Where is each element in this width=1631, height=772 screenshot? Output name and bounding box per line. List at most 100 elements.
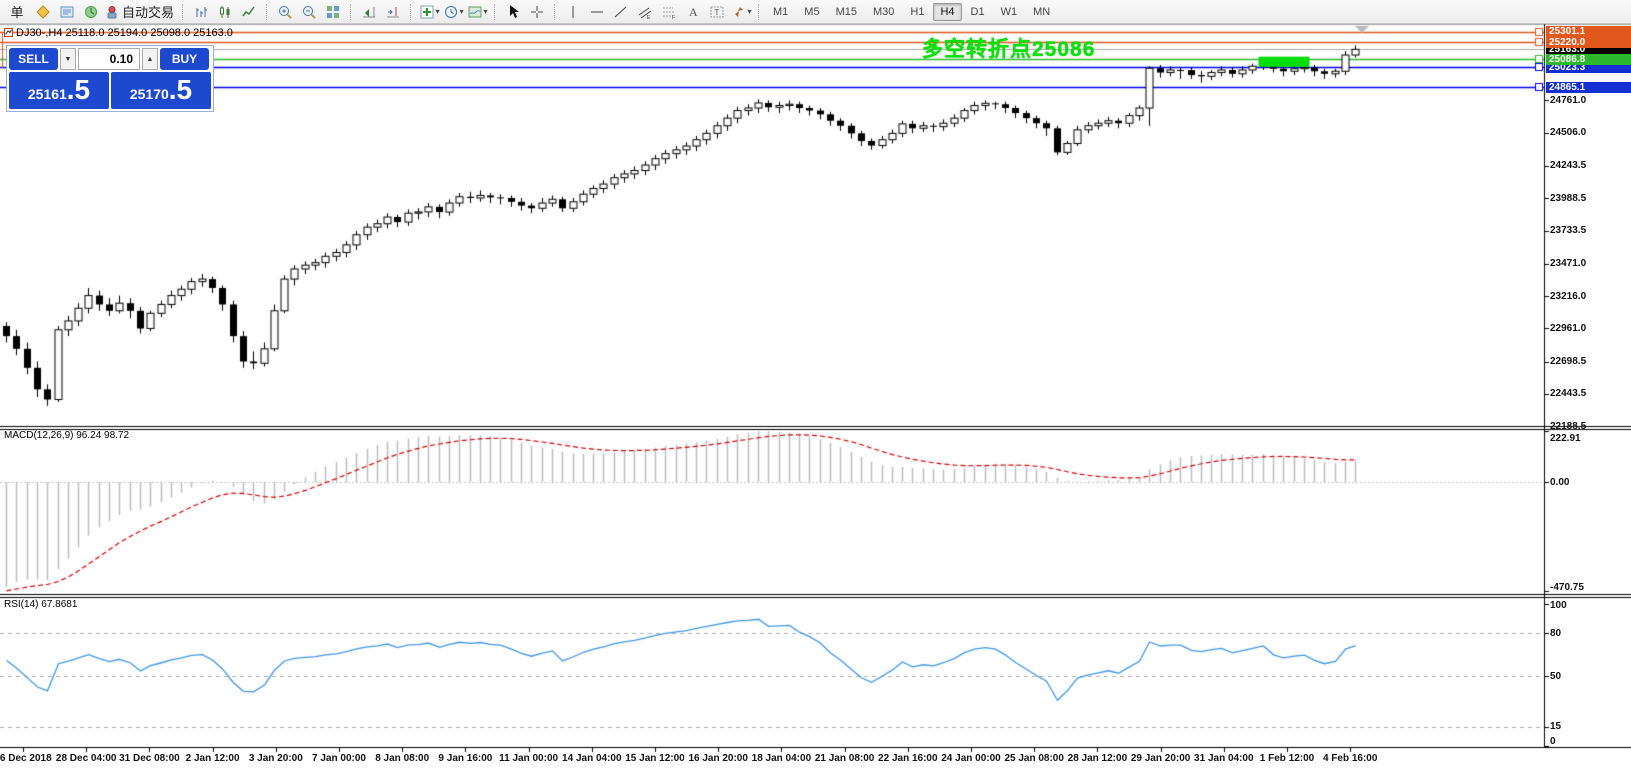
timeframe-button-m5[interactable]: M5 xyxy=(797,3,826,21)
equidistant-channel-icon: E xyxy=(637,4,653,20)
crosshair-icon[interactable] xyxy=(526,2,548,22)
periods-icon[interactable]: ▾ xyxy=(442,2,464,22)
price-axis-tick: 22443.5 xyxy=(1550,388,1586,399)
time-axis-label: 25 Jan 08:00 xyxy=(1004,753,1064,764)
vertical-line-icon[interactable] xyxy=(562,2,584,22)
text-icon: A xyxy=(685,4,701,20)
volume-increase-button[interactable]: ▲ xyxy=(142,48,158,70)
horizontal-line-icon xyxy=(589,4,605,20)
crosshair-icon xyxy=(529,4,545,20)
fibonacci-icon[interactable]: F xyxy=(658,2,680,22)
macd-indicator-label: MACD(12,26,9) 96.24 98.72 xyxy=(4,430,129,441)
time-axis-label: 2 Jan 12:00 xyxy=(186,753,240,764)
volume-decrease-button[interactable]: ▼ xyxy=(60,48,76,70)
navigator-icon[interactable] xyxy=(80,2,102,22)
text-label-icon: T xyxy=(709,4,725,20)
timeframe-button-d1[interactable]: D1 xyxy=(964,3,992,21)
buy-price-button[interactable]: 25170.5 xyxy=(111,72,211,109)
auto-scroll-icon[interactable] xyxy=(358,2,380,22)
time-axis-label: 24 Jan 00:00 xyxy=(941,753,1001,764)
toolbar-separator xyxy=(494,4,496,20)
timeframe-button-w1[interactable]: W1 xyxy=(994,3,1025,21)
volume-input[interactable] xyxy=(78,48,140,70)
sell-price-button[interactable]: 25161.5 xyxy=(9,72,109,109)
timeframe-button-h4[interactable]: H4 xyxy=(933,3,961,21)
price-axis-tick: 23471.0 xyxy=(1550,258,1586,269)
data-window-icon[interactable] xyxy=(56,2,78,22)
toolbar-separator xyxy=(410,4,412,20)
tile-windows-icon[interactable] xyxy=(322,2,344,22)
time-axis-label: 31 Jan 04:00 xyxy=(1194,753,1254,764)
cursor-icon[interactable] xyxy=(502,2,524,22)
toolbar-separator xyxy=(266,4,268,20)
dropdown-caret-icon[interactable]: ▾ xyxy=(748,7,752,16)
toolbar: 单 自动交易 ▾ ▾ ▾ E F A T ▾ M1M5M15M30H1H4D1W1MN xyxy=(0,0,1631,24)
toolbar-separator xyxy=(758,4,760,20)
templates-icon[interactable]: ▾ xyxy=(466,2,488,22)
bar-chart-icon[interactable] xyxy=(190,2,212,22)
buy-button[interactable]: BUY xyxy=(160,48,209,70)
autotrading-icon xyxy=(104,4,120,20)
timeframe-button-m1[interactable]: M1 xyxy=(766,3,795,21)
trendline-icon[interactable] xyxy=(610,2,632,22)
zoom-in-icon[interactable] xyxy=(274,2,296,22)
price-axis-tick: 22188.5 xyxy=(1550,421,1586,432)
dropdown-caret-icon[interactable]: ▾ xyxy=(484,7,488,16)
new-order-button[interactable]: 单 xyxy=(4,2,30,22)
autotrading-button[interactable]: 自动交易 xyxy=(104,2,176,22)
rsi-axis-tick: 15 xyxy=(1550,721,1561,732)
bar-chart-icon xyxy=(193,4,209,20)
market-watch-icon[interactable] xyxy=(32,2,54,22)
time-axis-label: 11 Jan 00:00 xyxy=(499,753,558,764)
macd-axis-tick: 0.00 xyxy=(1550,477,1569,488)
price-line-label-resistance: 25220.0 xyxy=(1546,37,1631,48)
text-icon[interactable]: A xyxy=(682,2,704,22)
toolbar-separator xyxy=(350,4,352,20)
time-axis-label: 28 Dec 04:00 xyxy=(56,753,117,764)
line-chart-icon[interactable] xyxy=(238,2,260,22)
price-axis-tick: 24761.0 xyxy=(1550,95,1586,106)
rsi-axis-tick: 80 xyxy=(1550,628,1561,639)
arrows-icon[interactable]: ▾ xyxy=(730,2,752,22)
timeframe-button-h1[interactable]: H1 xyxy=(903,3,931,21)
candlestick-icon[interactable] xyxy=(214,2,236,22)
indicators-icon xyxy=(419,4,435,20)
chart-shift-icon xyxy=(385,4,401,20)
arrows-icon xyxy=(731,4,747,20)
horizontal-line-icon[interactable] xyxy=(586,2,608,22)
text-label-icon[interactable]: T xyxy=(706,2,728,22)
candlestick-icon xyxy=(217,4,233,20)
svg-text:F: F xyxy=(672,15,675,20)
dropdown-caret-icon[interactable]: ▾ xyxy=(460,7,464,16)
time-axis-label: 22 Jan 16:00 xyxy=(878,753,938,764)
svg-text:T: T xyxy=(715,8,720,17)
zoom-out-icon[interactable] xyxy=(298,2,320,22)
sell-price-fraction: .5 xyxy=(67,73,90,107)
trendline-icon xyxy=(613,4,629,20)
time-axis-label: 7 Jan 00:00 xyxy=(312,753,366,764)
time-axis-label: 16 Jan 20:00 xyxy=(688,753,748,764)
price-axis-tick: 23988.5 xyxy=(1550,193,1586,204)
chart-shift-icon[interactable] xyxy=(382,2,404,22)
rsi-axis-tick: 100 xyxy=(1550,600,1567,611)
periods-icon xyxy=(443,4,459,20)
time-axis-label: 4 Feb 16:00 xyxy=(1323,753,1377,764)
toolbar-separator xyxy=(554,4,556,20)
fibonacci-icon: F xyxy=(661,4,677,20)
pivot-annotation-text: 多空转折点25086 xyxy=(922,33,1095,63)
cursor-icon xyxy=(505,4,521,20)
price-axis-tick: 24506.0 xyxy=(1550,127,1586,138)
timeframe-button-m30[interactable]: M30 xyxy=(866,3,901,21)
svg-text:E: E xyxy=(647,15,651,20)
timeframe-button-mn[interactable]: MN xyxy=(1026,3,1057,21)
indicators-icon[interactable]: ▾ xyxy=(418,2,440,22)
price-line-label-pivot: 25086.8 xyxy=(1546,54,1631,65)
market-watch-icon xyxy=(35,4,51,20)
sell-button[interactable]: SELL xyxy=(9,48,58,70)
time-axis-label: 8 Jan 08:00 xyxy=(375,753,429,764)
equidistant-channel-icon[interactable]: E xyxy=(634,2,656,22)
dropdown-caret-icon[interactable]: ▾ xyxy=(436,7,440,16)
rsi-indicator-label: RSI(14) 67.8681 xyxy=(4,599,77,610)
timeframe-button-m15[interactable]: M15 xyxy=(829,3,864,21)
chart-canvas[interactable] xyxy=(0,0,1631,772)
